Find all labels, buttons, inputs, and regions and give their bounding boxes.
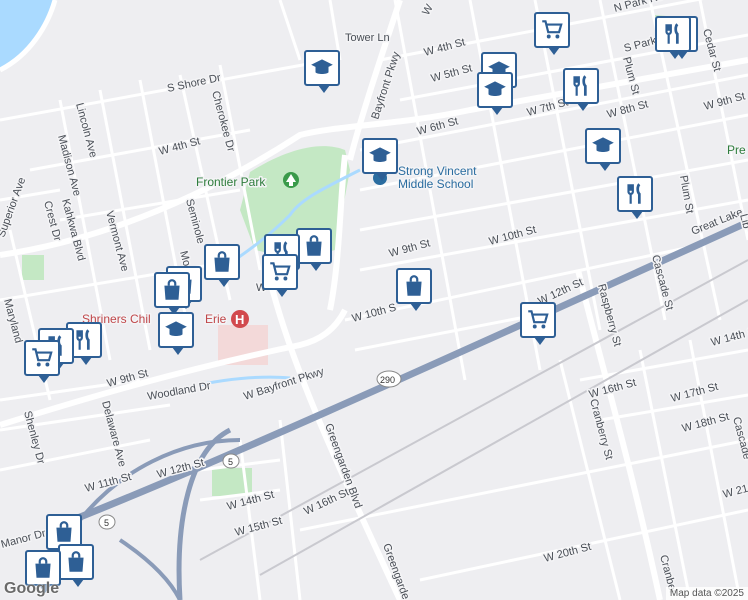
school-icon <box>484 81 506 96</box>
svg-text:5: 5 <box>228 457 233 467</box>
frontier-park-label: Frontier Park <box>196 175 266 189</box>
restaurant-pin[interactable] <box>563 68 599 111</box>
school-pin[interactable] <box>477 72 513 115</box>
route-290-shield: 290 <box>376 370 402 388</box>
map-data-attribution[interactable]: Map data ©2025 <box>665 587 748 600</box>
shopping-cart-pin[interactable] <box>520 302 556 345</box>
shopping-cart-pin[interactable] <box>534 12 570 55</box>
shopping-bag-pin[interactable] <box>396 268 432 311</box>
school-pin[interactable] <box>304 50 340 93</box>
shopping-bag-icon <box>56 521 72 542</box>
school-icon <box>311 59 333 74</box>
shopping-cart-icon <box>270 262 291 281</box>
restaurant-pin[interactable] <box>655 16 691 59</box>
school-pin[interactable] <box>585 128 621 171</box>
shopping-bag-pin[interactable] <box>204 244 240 287</box>
shopping-bag-icon <box>406 275 422 296</box>
shopping-cart-icon <box>32 348 53 367</box>
shopping-cart-icon <box>528 310 549 329</box>
school-icon <box>369 147 391 162</box>
svg-text:5: 5 <box>104 518 109 528</box>
park-left <box>22 255 44 280</box>
restaurant-icon <box>573 75 587 96</box>
shopping-bag-icon <box>164 279 180 300</box>
shopping-bag-icon <box>35 557 51 578</box>
school-icon <box>165 321 187 336</box>
map-canvas[interactable]: Tower Ln W 4th St W 5th St W 6th St W 7t… <box>0 0 748 600</box>
shopping-bag-icon <box>68 551 84 572</box>
restaurant-icon <box>76 329 90 350</box>
shopping-cart-pin[interactable] <box>24 340 60 383</box>
shopping-bag-pin[interactable] <box>154 272 190 315</box>
shriners-erie-label: Erie <box>205 312 227 326</box>
shopping-bag-pin[interactable] <box>58 544 94 587</box>
tower-ln-label: Tower Ln <box>345 32 390 44</box>
shopping-cart-pin[interactable] <box>262 254 298 297</box>
google-logo: Google <box>4 580 60 597</box>
shopping-bag-icon <box>306 235 322 256</box>
shopping-bag-pin[interactable] <box>296 228 332 271</box>
pre-right-label: Pre <box>727 143 746 157</box>
shopping-bag-icon <box>214 251 230 272</box>
svg-text:290: 290 <box>380 375 395 385</box>
hospital-h: H <box>235 312 244 327</box>
school-pin[interactable] <box>362 138 398 181</box>
restaurant-icon <box>627 183 641 204</box>
route-5-shield-a: 5 <box>222 453 240 469</box>
restaurant-pin[interactable] <box>617 176 653 219</box>
route-5-shield-b: 5 <box>98 514 116 530</box>
school-icon <box>592 137 614 152</box>
strong-vincent-label-1: Strong Vincent <box>398 164 477 178</box>
strong-vincent-label-2: Middle School <box>398 177 473 191</box>
shopping-cart-icon <box>542 20 563 39</box>
school-pin[interactable] <box>158 312 194 355</box>
restaurant-icon <box>665 23 679 44</box>
